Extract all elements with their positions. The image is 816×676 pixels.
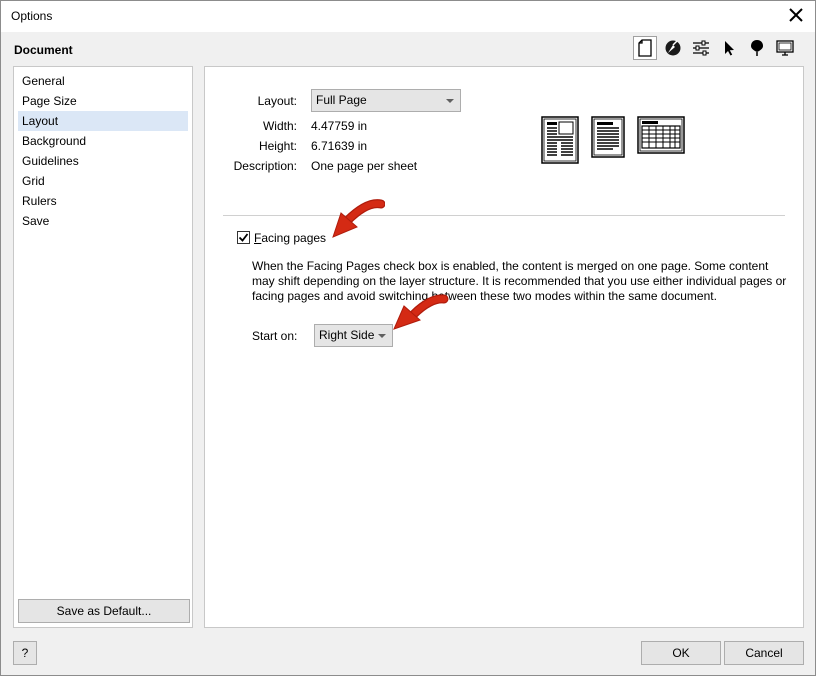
- start-on-label: Start on:: [252, 329, 298, 343]
- chevron-down-icon: [446, 99, 454, 103]
- sidebar-item-page-size[interactable]: Page Size: [18, 91, 188, 111]
- sidebar-item-rulers[interactable]: Rulers: [18, 191, 188, 211]
- width-label: Width:: [262, 119, 297, 133]
- category-list: General Page Size Layout Background Guid…: [14, 67, 192, 231]
- layout-panel: Layout: Full Page Width: 4.47759 in Heig…: [204, 66, 804, 628]
- sidebar-item-layout[interactable]: Layout: [18, 111, 188, 131]
- start-on-dropdown[interactable]: Right Side: [314, 324, 393, 347]
- height-value: 6.71639 in: [311, 139, 368, 153]
- table-layout-icon: [637, 116, 685, 154]
- settings-sliders-icon: [693, 40, 709, 56]
- height-label: Height:: [258, 139, 297, 153]
- sidebar-item-background[interactable]: Background: [18, 131, 188, 151]
- document-category-button[interactable]: [633, 36, 657, 60]
- sidebar-item-save[interactable]: Save: [18, 211, 188, 231]
- layout-preview-icons: [541, 116, 685, 164]
- close-button[interactable]: [783, 4, 809, 26]
- options-dialog: Options Document General Page Size Layou…: [0, 0, 816, 676]
- booklet-layout-icon: [541, 116, 579, 164]
- description-value: One page per sheet: [311, 159, 418, 173]
- marker-icon: [751, 40, 763, 56]
- description-label: Description:: [233, 159, 297, 173]
- category-sidebar: General Page Size Layout Background Guid…: [13, 66, 193, 628]
- start-on-dropdown-value: Right Side: [319, 328, 375, 342]
- title-bar: Options: [1, 1, 815, 32]
- tools-category-button[interactable]: [717, 36, 741, 60]
- close-icon: [789, 8, 803, 22]
- pointer-icon: [725, 41, 734, 56]
- full-page-layout-icon: [591, 116, 625, 158]
- facing-pages-label-rest: acing pages: [261, 231, 327, 245]
- section-divider: [223, 215, 785, 216]
- settings-category-button[interactable]: [689, 36, 713, 60]
- display-category-button[interactable]: [773, 36, 797, 60]
- sidebar-item-grid[interactable]: Grid: [18, 171, 188, 191]
- checkmark-icon: [238, 233, 249, 242]
- ok-button[interactable]: OK: [641, 641, 721, 665]
- window-title: Options: [11, 9, 53, 23]
- save-as-default-button[interactable]: Save as Default...: [18, 599, 190, 623]
- facing-pages-checkbox[interactable]: [237, 231, 250, 244]
- sidebar-item-general[interactable]: General: [18, 71, 188, 91]
- section-title: Document: [14, 43, 73, 57]
- color-category-button[interactable]: [661, 36, 685, 60]
- facing-pages-label[interactable]: Facing pages: [254, 231, 326, 245]
- chevron-down-icon: [378, 334, 386, 338]
- marker-category-button[interactable]: [745, 36, 769, 60]
- width-value: 4.47759 in: [311, 119, 368, 133]
- document-page-icon: [638, 39, 652, 57]
- layout-label: Layout:: [257, 94, 297, 108]
- facing-pages-description: When the Facing Pages check box is enabl…: [252, 259, 787, 303]
- annotation-arrow-icon: [332, 199, 385, 238]
- cancel-button[interactable]: Cancel: [724, 641, 804, 665]
- color-icon: [665, 40, 681, 56]
- layout-dropdown-value: Full Page: [316, 93, 367, 107]
- display-icon: [776, 40, 794, 56]
- help-button[interactable]: ?: [13, 641, 37, 665]
- sidebar-item-guidelines[interactable]: Guidelines: [18, 151, 188, 171]
- category-toolbar: [633, 36, 797, 62]
- layout-dropdown[interactable]: Full Page: [311, 89, 461, 112]
